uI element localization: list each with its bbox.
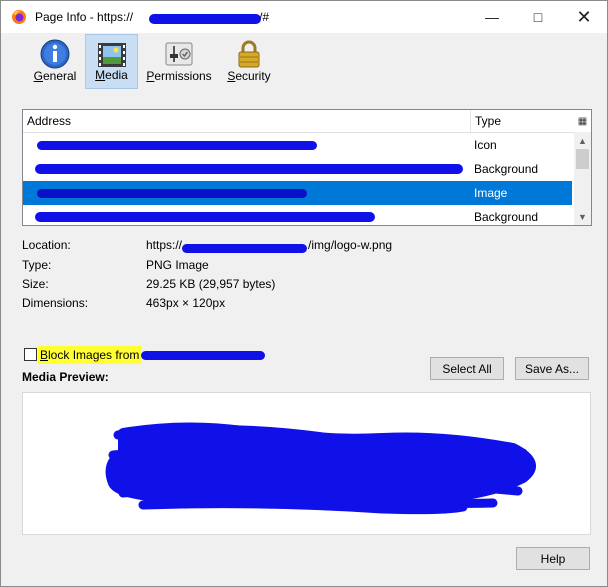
type-value: PNG Image xyxy=(146,258,209,272)
media-film-icon xyxy=(97,43,126,67)
type-cell: Image xyxy=(474,186,508,200)
minimize-icon[interactable]: — xyxy=(469,1,515,33)
tab-security[interactable]: Security xyxy=(223,34,275,89)
size-value: 29.25 KB (29,957 bytes) xyxy=(146,277,276,291)
help-button[interactable]: Help xyxy=(516,547,590,570)
size-label: Size: xyxy=(22,277,49,291)
block-images-checkbox[interactable] xyxy=(24,348,37,361)
dimensions-value: 463px × 120px xyxy=(146,296,226,310)
redaction-mark xyxy=(35,212,375,222)
close-icon[interactable]: ✕ xyxy=(561,1,607,33)
permissions-sliders-icon xyxy=(165,42,193,66)
media-preview xyxy=(22,392,591,535)
preview-image xyxy=(105,422,536,515)
title-bar[interactable]: Page Info - https:///# — □ ✕ xyxy=(1,1,607,33)
table-header: Address Type xyxy=(23,110,574,133)
padlock-icon xyxy=(238,40,260,68)
tab-general[interactable]: General xyxy=(29,34,81,89)
location-label: Location: xyxy=(22,238,71,252)
type-label: Type: xyxy=(22,258,52,272)
tab-media[interactable]: Media xyxy=(85,34,138,89)
type-cell: Icon xyxy=(474,138,497,152)
block-images-label: Block Images from xyxy=(38,346,142,364)
vertical-scrollbar[interactable]: ▲ ▼ xyxy=(574,132,591,225)
select-all-button[interactable]: Select All xyxy=(430,357,504,380)
table-row[interactable]: Image xyxy=(23,181,572,205)
media-preview-label: Media Preview: xyxy=(22,370,109,384)
maximize-icon[interactable]: □ xyxy=(515,1,561,33)
type-cell: Background xyxy=(474,210,539,224)
scroll-down-icon[interactable]: ▼ xyxy=(574,208,591,225)
tab-toolbar: General Media Permissions Security xyxy=(1,33,607,91)
redaction-mark xyxy=(37,141,317,150)
redaction-mark xyxy=(37,189,307,198)
page-info-window: Page Info - https:///# — □ ✕ General Med… xyxy=(0,0,608,587)
tab-permissions[interactable]: Permissions xyxy=(144,34,214,89)
save-as-button[interactable]: Save As... xyxy=(515,357,589,380)
column-separator[interactable] xyxy=(470,110,471,132)
media-list[interactable]: Address Type ▦ Icon Background Image Bac… xyxy=(22,109,592,226)
column-type[interactable]: Type xyxy=(475,114,501,128)
redaction-mark xyxy=(182,244,307,253)
type-cell: Background xyxy=(474,162,539,176)
dimensions-label: Dimensions: xyxy=(22,296,89,310)
column-address[interactable]: Address xyxy=(27,114,71,128)
table-row[interactable]: Icon xyxy=(23,133,572,157)
scroll-up-icon[interactable]: ▲ xyxy=(574,132,591,149)
table-row[interactable]: Background xyxy=(23,157,572,181)
table-row[interactable]: Background xyxy=(23,205,572,229)
info-icon xyxy=(40,39,70,69)
redaction-mark xyxy=(141,351,265,360)
tab-general-label: General xyxy=(33,69,77,83)
tab-media-label: Media xyxy=(95,68,128,82)
redaction-mark xyxy=(35,164,463,174)
column-picker-icon[interactable]: ▦ xyxy=(574,110,591,132)
tab-permissions-label: Permissions xyxy=(146,69,212,83)
redaction-mark xyxy=(149,14,261,24)
tab-security-label: Security xyxy=(227,69,271,83)
scroll-thumb[interactable] xyxy=(576,149,589,169)
firefox-icon xyxy=(12,10,26,24)
